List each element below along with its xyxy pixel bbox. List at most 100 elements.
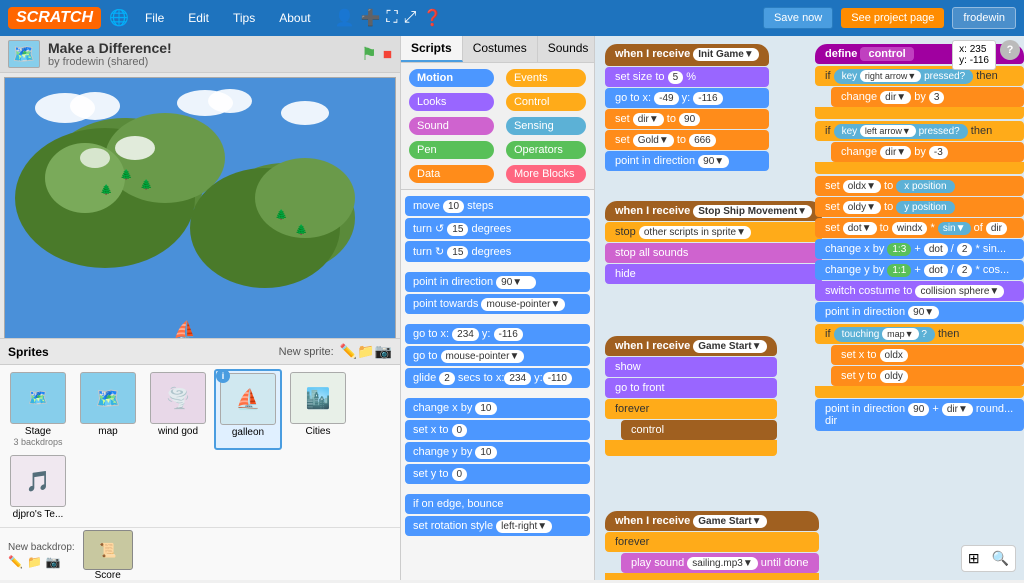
save-button[interactable]: Save now xyxy=(763,7,833,29)
block-set-oldy[interactable]: set oldy▼ to y position xyxy=(815,197,1024,217)
block-goto-front[interactable]: go to front xyxy=(605,378,777,398)
block-turn-cw[interactable]: turn ↻ 15 degrees xyxy=(405,241,590,262)
category-control[interactable]: Control xyxy=(506,93,586,111)
stage-thumbnail: 🗺️ xyxy=(8,40,40,68)
block-hide[interactable]: hide xyxy=(605,264,822,284)
user-button[interactable]: frodewin xyxy=(952,7,1016,29)
block-stop-all-sounds[interactable]: stop all sounds xyxy=(605,243,822,263)
block-goto-xy-init[interactable]: go to x: -49 y: -116 xyxy=(605,88,769,108)
backdrop-item[interactable]: 📜 Score xyxy=(83,530,133,581)
camera-sprite-icon[interactable]: 📷 xyxy=(375,343,392,360)
globe-icon[interactable]: 🌐 xyxy=(109,8,129,28)
category-operators[interactable]: Operators xyxy=(506,141,586,159)
block-set-gold[interactable]: set Gold▼ to 666 xyxy=(605,130,769,150)
block-goto-xy[interactable]: go to x: 234 y: -116 xyxy=(405,324,590,344)
camera-backdrop-icon[interactable]: 📷 xyxy=(46,555,61,569)
block-show[interactable]: show xyxy=(605,357,777,377)
block-when-receive-init[interactable]: when I receive Init Game▼ xyxy=(605,44,769,66)
block-set-x-oldx[interactable]: set x to oldx xyxy=(831,345,1024,365)
block-set-y[interactable]: set y to 0 xyxy=(405,464,590,484)
category-looks[interactable]: Looks xyxy=(409,93,494,111)
paint-sprite-icon[interactable]: ✏️ xyxy=(340,343,357,360)
categories-right: Events Control Sensing Operators More Bl… xyxy=(502,67,590,185)
block-change-dir-right[interactable]: change dir▼ by 3 xyxy=(831,87,1024,107)
block-when-receive-gamestart2[interactable]: when I receive Game Start▼ xyxy=(605,511,819,531)
block-if-on-edge-bounce[interactable]: if on edge, bounce xyxy=(405,494,590,514)
block-set-oldx[interactable]: set oldx▼ to x position xyxy=(815,176,1024,196)
sprite-item-djpro[interactable]: 🎵 djpro's Te... xyxy=(4,452,72,523)
block-set-y-oldy[interactable]: set y to oldy xyxy=(831,366,1024,386)
tab-sounds[interactable]: Sounds xyxy=(538,36,595,62)
category-motion[interactable]: Motion xyxy=(409,69,494,87)
block-point-direction-final[interactable]: point in direction 90 + dir▼ round... di… xyxy=(815,399,1024,431)
block-point-direction-90[interactable]: point in direction 90▼ xyxy=(815,302,1024,322)
block-goto-pointer[interactable]: go to mouse-pointer▼ xyxy=(405,346,590,366)
block-touching-map-bottom xyxy=(815,386,1024,398)
block-play-sound[interactable]: play sound sailing.mp3▼ until done xyxy=(621,553,819,573)
green-flag-button[interactable]: ⚑ xyxy=(361,44,377,65)
file-sprite-icon[interactable]: 📁 xyxy=(357,343,374,360)
sprite-name-stage: Stage xyxy=(25,426,51,437)
block-move-steps[interactable]: move 10 steps xyxy=(405,196,590,216)
category-more[interactable]: More Blocks xyxy=(506,165,586,183)
category-sensing[interactable]: Sensing xyxy=(506,117,586,135)
tips-menu[interactable]: Tips xyxy=(225,7,263,29)
block-forever-1[interactable]: forever xyxy=(605,399,777,419)
zoom-in-icon[interactable]: 🔍 xyxy=(988,548,1013,569)
block-set-size[interactable]: set size to 5 % xyxy=(605,67,769,87)
category-data[interactable]: Data xyxy=(409,165,494,183)
block-point-towards[interactable]: point towards mouse-pointer▼ xyxy=(405,294,590,314)
tab-scripts[interactable]: Scripts xyxy=(401,36,463,62)
help-icon[interactable]: ❓ xyxy=(422,8,442,28)
block-change-dir-left[interactable]: change dir▼ by -3 xyxy=(831,142,1024,162)
stop-button[interactable]: ⏹ xyxy=(383,44,392,65)
zoom-controls: ⊞ 🔍 xyxy=(961,545,1016,572)
block-switch-costume[interactable]: switch costume to collision sphere▼ xyxy=(815,281,1024,301)
sprite-item-galleon[interactable]: ⛵ i galleon xyxy=(214,369,282,450)
coords-display: x: 235 y: -116 xyxy=(952,40,996,70)
block-glide[interactable]: glide 2 secs to x:234 y:-110 xyxy=(405,368,590,388)
expand-icon[interactable]: ⤢ xyxy=(404,9,417,27)
zoom-fit-icon[interactable]: ⊞ xyxy=(964,548,984,569)
sprite-name-windgod: wind god xyxy=(158,426,198,437)
block-if-touching-map[interactable]: if touching map▼ ? then xyxy=(815,324,1024,344)
block-set-rotation[interactable]: set rotation style left-right▼ xyxy=(405,516,590,536)
file-backdrop-icon[interactable]: 📁 xyxy=(27,555,42,569)
block-control-inside[interactable]: control xyxy=(621,420,777,440)
sprite-item-windgod[interactable]: 🌪️ wind god xyxy=(144,369,212,450)
see-project-button[interactable]: See project page xyxy=(841,8,944,28)
project-title: Make a Difference! xyxy=(48,40,172,56)
block-point-direction-init[interactable]: point in direction 90▼ xyxy=(605,151,769,171)
category-pen[interactable]: Pen xyxy=(409,141,494,159)
file-menu[interactable]: File xyxy=(137,7,172,29)
help-button-code[interactable]: ? xyxy=(1000,40,1020,60)
block-turn-ccw[interactable]: turn ↺ 15 degrees xyxy=(405,218,590,239)
sprite-item-map[interactable]: 🗺️ map xyxy=(74,369,142,450)
block-when-receive-stop[interactable]: when I receive Stop Ship Movement▼ xyxy=(605,201,822,221)
block-set-dir[interactable]: set dir▼ to 90 xyxy=(605,109,769,129)
block-point-direction[interactable]: point in direction 90▼ xyxy=(405,272,590,292)
blocks-list: move 10 steps turn ↺ 15 degrees turn ↻ 1… xyxy=(401,190,594,580)
fullscreen-icon[interactable]: ⛶ xyxy=(386,9,397,27)
edit-menu[interactable]: Edit xyxy=(180,7,217,29)
sprite-thumb-galleon-container: ⛵ i xyxy=(220,373,276,425)
sprite-item-stage[interactable]: 🗺️ Stage 3 backdrops xyxy=(4,369,72,450)
block-change-y-formula[interactable]: change y by 1:1 + dot / 2 * cos... xyxy=(815,260,1024,280)
category-events[interactable]: Events xyxy=(506,69,586,87)
block-change-y[interactable]: change y by 10 xyxy=(405,442,590,462)
block-if-left-arrow[interactable]: if key left arrow▼ pressed? then xyxy=(815,121,1024,141)
block-change-x-formula[interactable]: change x by 1:3 + dot / 2 * sin... xyxy=(815,239,1024,259)
scratch-logo[interactable]: SCRATCH xyxy=(8,7,101,29)
block-set-x[interactable]: set x to 0 xyxy=(405,420,590,440)
block-forever-sound[interactable]: forever xyxy=(605,532,819,552)
paint-backdrop-icon[interactable]: ✏️ xyxy=(8,555,23,569)
tab-costumes[interactable]: Costumes xyxy=(463,36,538,62)
categories-left: Motion Looks Sound Pen Data xyxy=(405,67,498,185)
about-menu[interactable]: About xyxy=(271,7,318,29)
block-set-dot[interactable]: set dot▼ to windx * sin▼ of dir xyxy=(815,218,1024,238)
block-stop-other-scripts[interactable]: stop other scripts in sprite▼ xyxy=(605,222,822,242)
block-when-receive-gamestart1[interactable]: when I receive Game Start▼ xyxy=(605,336,777,356)
block-change-x[interactable]: change x by 10 xyxy=(405,398,590,418)
sprite-item-cities[interactable]: 🏙️ Cities xyxy=(284,369,352,450)
category-sound[interactable]: Sound xyxy=(409,117,494,135)
